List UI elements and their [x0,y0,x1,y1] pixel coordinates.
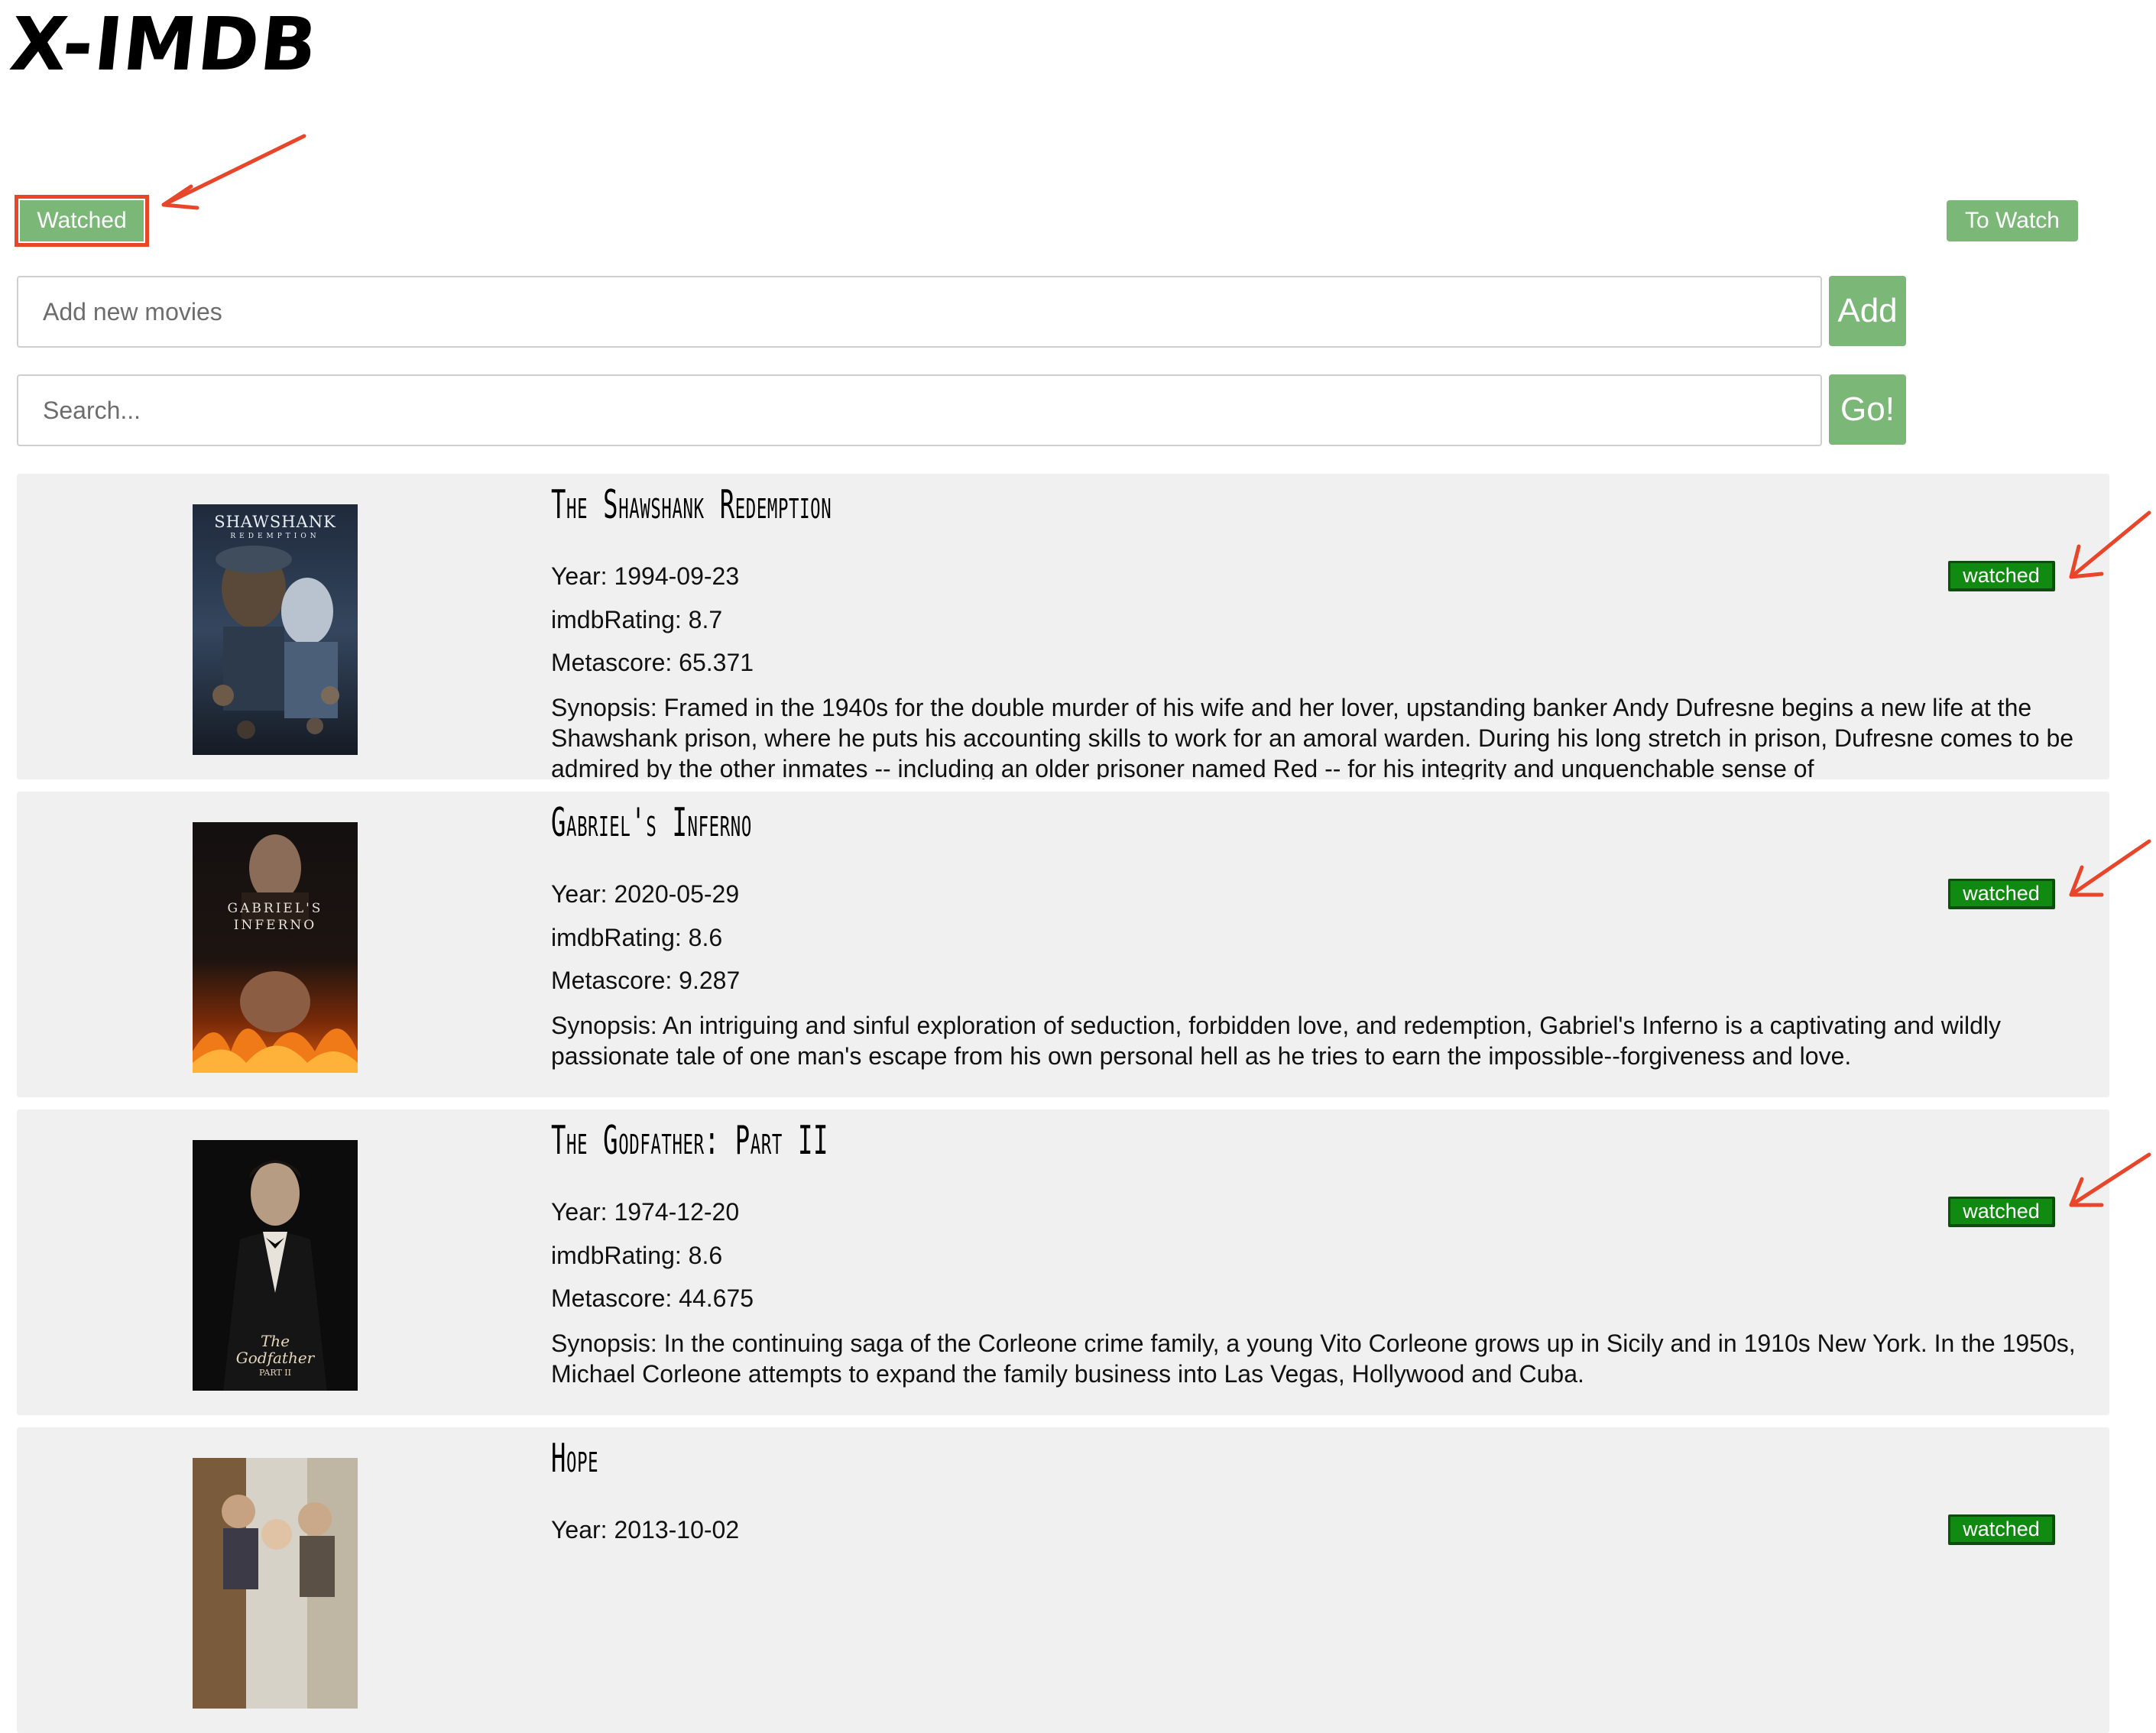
watched-tab-button[interactable]: Watched [15,195,149,247]
movie-metascore: Metascore: 9.287 [551,967,741,994]
annotation-arrow [161,134,306,210]
movie-year: Year: 2013-10-02 [551,1516,740,1544]
movie-synopsis: Synopsis: Framed in the 1940s for the do… [551,694,2074,779]
movie-poster-image: SHAWSHANK REDEMPTION [193,504,358,755]
search-go-button[interactable]: Go! [1829,374,1906,445]
movie-metascore: Metascore: 44.675 [551,1284,754,1312]
watched-status-button[interactable]: watched [1948,561,2055,591]
svg-text:REDEMPTION: REDEMPTION [230,533,319,540]
add-movie-input[interactable] [17,276,1822,348]
movie-poster: SHAWSHANK REDEMPTION [193,504,358,755]
movie-card: SHAWSHANK REDEMPTION The Shawshank Redem… [17,474,2109,779]
svg-text:GABRIEL'S: GABRIEL'S [228,901,323,916]
movie-card: The Godfather PART II The Godfather: Par… [17,1109,2109,1415]
movie-title: The Shawshank Redemption [551,482,832,528]
movie-synopsis: Synopsis: An intriguing and sinful explo… [551,1012,2002,1070]
svg-text:Godfather: Godfather [236,1349,316,1367]
watched-status-button[interactable]: watched [1948,1197,2055,1227]
movie-metascore: Metascore: 65.371 [551,649,754,676]
movie-imdb-rating: imdbRating: 8.6 [551,1242,723,1269]
movie-title: Hope [551,1436,599,1482]
movie-title: The Godfather: Part II [551,1118,829,1164]
movie-year: Year: 1994-09-23 [551,562,740,590]
movie-poster: The Godfather PART II [193,1140,358,1391]
search-row: Go! [17,374,1906,446]
movie-year: Year: 1974-12-20 [551,1198,740,1226]
watched-status-button[interactable]: watched [1948,879,2055,909]
movie-imdb-rating: imdbRating: 8.6 [551,924,723,951]
movie-card: Hope Year: 2013-10-02 watched [17,1427,2109,1733]
poster-logo-text: The [261,1332,290,1350]
movie-poster-image [193,1458,358,1709]
movie-poster [193,1458,358,1709]
search-input[interactable] [17,374,1822,446]
movie-poster-image: The Godfather PART II [193,1140,358,1391]
movie-synopsis: Synopsis: In the continuing saga of the … [551,1330,2076,1388]
watched-status-button[interactable]: watched [1948,1514,2055,1545]
movie-year: Year: 2020-05-29 [551,880,740,908]
add-movie-button[interactable]: Add [1829,276,1906,346]
add-movie-row: Add [17,276,1906,348]
movie-imdb-rating: imdbRating: 8.7 [551,606,723,633]
movie-card: GABRIEL'S INFERNO Gabriel's Inferno Year… [17,792,2109,1097]
movie-poster: GABRIEL'S INFERNO [193,822,358,1073]
annotation-arrow [2069,510,2151,579]
app-root: X-IMDB Watched To Watch Add Go! [0,0,2156,1733]
movie-title: Gabriel's Inferno [551,800,752,846]
to-watch-tab-button[interactable]: To Watch [1947,200,2078,241]
annotation-arrow [2069,1152,2151,1207]
svg-text:SHAWSHANK: SHAWSHANK [214,513,336,531]
annotation-arrow [2069,839,2151,897]
svg-text:INFERNO: INFERNO [234,918,316,933]
svg-text:PART II: PART II [259,1368,291,1378]
movie-poster-image: GABRIEL'S INFERNO [193,822,358,1073]
app-title: X-IMDB [6,2,323,87]
